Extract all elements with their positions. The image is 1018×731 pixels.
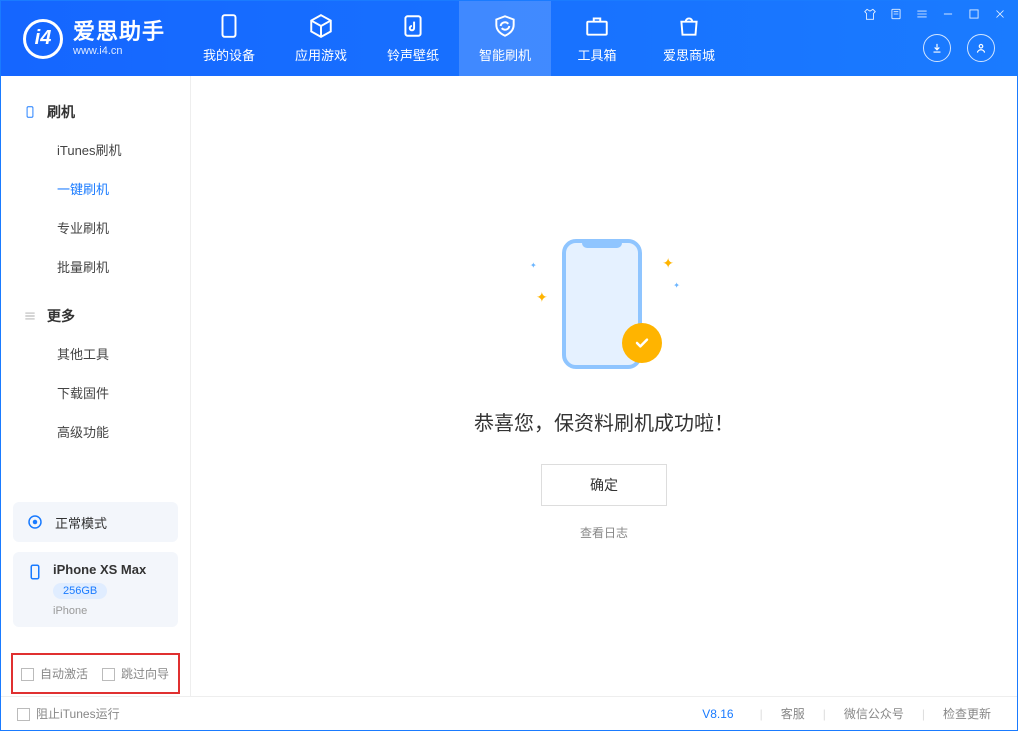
- menu-icon[interactable]: [915, 7, 929, 24]
- app-window: i4 爱思助手 www.i4.cn 我的设备 应用游戏 铃声壁纸 智能刷机: [0, 0, 1018, 731]
- option-skip-guide[interactable]: 跳过向导: [102, 665, 169, 682]
- sidegroup-label: 更多: [47, 306, 75, 326]
- view-log-link[interactable]: 查看日志: [580, 524, 628, 541]
- download-icon[interactable]: [923, 34, 951, 62]
- checkbox-icon[interactable]: [21, 668, 34, 681]
- titlebar: i4 爱思助手 www.i4.cn 我的设备 应用游戏 铃声壁纸 智能刷机: [1, 1, 1017, 76]
- device-type: iPhone: [53, 605, 87, 617]
- nav-label: 铃声壁纸: [387, 45, 439, 64]
- note-icon[interactable]: [889, 7, 903, 24]
- app-subtitle: www.i4.cn: [73, 45, 165, 57]
- user-icon[interactable]: [967, 34, 995, 62]
- footer-check-update[interactable]: 检查更新: [933, 705, 1001, 722]
- footer-wechat[interactable]: 微信公众号: [834, 705, 914, 722]
- phone-small-icon: [25, 562, 45, 582]
- nav-my-device[interactable]: 我的设备: [183, 1, 275, 76]
- sideitem-oneclick[interactable]: 一键刷机: [1, 169, 190, 208]
- nav-label: 智能刷机: [479, 45, 531, 64]
- footer-right: V8.16 | 客服 | 微信公众号 | 检查更新: [702, 705, 1001, 722]
- nav-ringtone[interactable]: 铃声壁纸: [367, 1, 459, 76]
- nav-label: 我的设备: [203, 45, 255, 64]
- nav-label: 爱思商城: [663, 45, 715, 64]
- cube-icon: [308, 13, 334, 39]
- main-content: ✦ ✦ ✦ ✦ 恭喜您，保资料刷机成功啦！ 确定 查看日志: [191, 76, 1017, 696]
- side-nav: 刷机 iTunes刷机 一键刷机 专业刷机 批量刷机 更多 其他工具 下载固件 …: [1, 76, 190, 494]
- shirt-icon[interactable]: [863, 7, 877, 24]
- checkbox-icon[interactable]: [17, 708, 30, 721]
- minimize-icon[interactable]: [941, 7, 955, 24]
- sparkle-icon: ✦: [673, 281, 680, 290]
- user-icons: [923, 34, 1007, 76]
- close-icon[interactable]: [993, 7, 1007, 24]
- check-badge-icon: [622, 323, 662, 363]
- version-label: V8.16: [702, 707, 733, 721]
- body: 刷机 iTunes刷机 一键刷机 专业刷机 批量刷机 更多 其他工具 下载固件 …: [1, 76, 1017, 696]
- device-mode-label: 正常模式: [55, 513, 107, 532]
- sidegroup-flash[interactable]: 刷机: [1, 94, 190, 130]
- sidegroup-label: 刷机: [47, 102, 75, 122]
- nav-toolbox[interactable]: 工具箱: [551, 1, 643, 76]
- sparkle-icon: ✦: [536, 289, 548, 306]
- titlebar-right: [863, 1, 1017, 76]
- sparkle-icon: ✦: [662, 255, 674, 272]
- logo-icon: i4: [23, 19, 63, 59]
- maximize-icon[interactable]: [967, 7, 981, 24]
- device-name: iPhone XS Max: [53, 562, 146, 577]
- top-nav: 我的设备 应用游戏 铃声壁纸 智能刷机 工具箱 爱思商城: [183, 1, 735, 76]
- shopping-bag-icon: [676, 13, 702, 39]
- checkbox-icon[interactable]: [102, 668, 115, 681]
- music-file-icon: [400, 13, 426, 39]
- mode-icon: [25, 512, 45, 532]
- app-title: 爱思助手: [73, 20, 165, 44]
- sideitem-pro[interactable]: 专业刷机: [1, 208, 190, 247]
- nav-label: 工具箱: [578, 45, 617, 64]
- option-block-itunes[interactable]: 阻止iTunes运行: [17, 705, 120, 722]
- sideitem-firmware[interactable]: 下载固件: [1, 373, 190, 412]
- nav-flash[interactable]: 智能刷机: [459, 1, 551, 76]
- sideitem-itunes[interactable]: iTunes刷机: [1, 130, 190, 169]
- logo-block[interactable]: i4 爱思助手 www.i4.cn: [1, 1, 183, 76]
- option-auto-activate[interactable]: 自动激活: [21, 665, 88, 682]
- sparkle-icon: ✦: [530, 261, 537, 270]
- briefcase-icon: [584, 13, 610, 39]
- sideitem-batch[interactable]: 批量刷机: [1, 247, 190, 286]
- footer: 阻止iTunes运行 V8.16 | 客服 | 微信公众号 | 检查更新: [1, 696, 1017, 730]
- nav-store[interactable]: 爱思商城: [643, 1, 735, 76]
- refresh-shield-icon: [492, 13, 518, 39]
- footer-left: 阻止iTunes运行: [17, 705, 702, 722]
- success-message: 恭喜您，保资料刷机成功啦！: [474, 407, 734, 436]
- nav-label: 应用游戏: [295, 45, 347, 64]
- nav-apps[interactable]: 应用游戏: [275, 1, 367, 76]
- success-illustration: ✦ ✦ ✦ ✦: [524, 231, 684, 381]
- device-panel: 正常模式 iPhone XS Max 256GB iPhone: [1, 494, 190, 649]
- ok-button[interactable]: 确定: [541, 464, 667, 506]
- list-icon: [23, 309, 37, 323]
- options-highlight-box: 自动激活 跳过向导: [11, 653, 180, 694]
- device-info-card[interactable]: iPhone XS Max 256GB iPhone: [13, 552, 178, 627]
- phone-icon: [216, 13, 242, 39]
- device-storage: 256GB: [53, 583, 107, 599]
- window-controls: [863, 7, 1007, 24]
- sidebar: 刷机 iTunes刷机 一键刷机 专业刷机 批量刷机 更多 其他工具 下载固件 …: [1, 76, 191, 696]
- sidegroup-more[interactable]: 更多: [1, 298, 190, 334]
- device-mode-card[interactable]: 正常模式: [13, 502, 178, 542]
- sideitem-advanced[interactable]: 高级功能: [1, 412, 190, 451]
- footer-customer-service[interactable]: 客服: [771, 705, 815, 722]
- phone-outline-icon: [23, 105, 37, 119]
- sideitem-other[interactable]: 其他工具: [1, 334, 190, 373]
